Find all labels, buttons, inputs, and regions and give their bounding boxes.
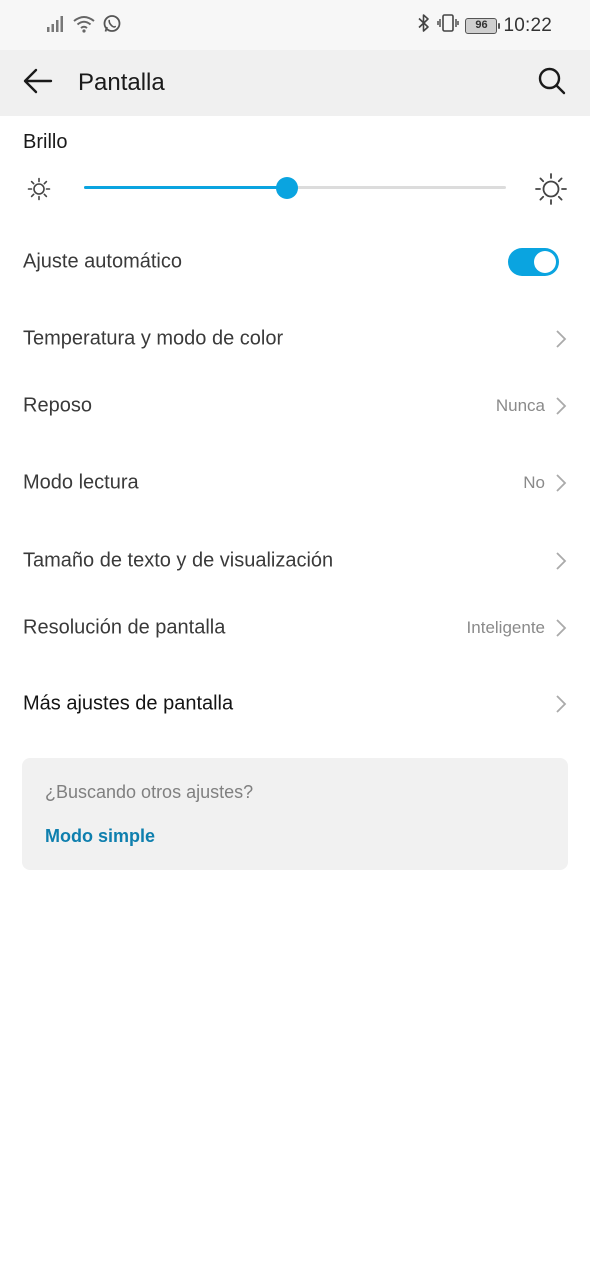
app-bar: Pantalla <box>0 50 590 116</box>
auto-adjust-toggle[interactable] <box>508 248 559 276</box>
wifi-icon <box>72 14 96 39</box>
auto-adjust-label: Ajuste automático <box>23 250 182 273</box>
slider-fill <box>84 186 287 189</box>
sleep-value: Nunca <box>495 396 545 415</box>
slider-thumb[interactable] <box>275 177 298 199</box>
brightness-low-icon <box>26 176 52 202</box>
chevron-right-icon <box>554 618 568 638</box>
reading-mode-value: No <box>523 473 545 492</box>
vibrate-icon <box>437 13 460 38</box>
status-bar: 96 10:22 <box>0 0 590 50</box>
battery-icon: 96 <box>465 17 501 34</box>
toggle-knob <box>534 251 556 273</box>
arrow-left-icon <box>23 68 53 99</box>
chevron-right-icon <box>554 694 568 714</box>
reading-mode-row[interactable]: Modo lectura No <box>0 453 590 513</box>
more-settings-row[interactable]: Más ajustes de pantalla <box>0 674 590 734</box>
page-title: Pantalla <box>78 69 165 96</box>
status-left-icons <box>46 14 122 39</box>
resolution-label: Resolución de pantalla <box>23 616 226 639</box>
search-button[interactable] <box>534 65 570 101</box>
chevron-right-icon <box>554 396 568 416</box>
bluetooth-icon <box>417 13 431 38</box>
clock: 10:22 <box>503 14 552 36</box>
text-size-row[interactable]: Tamaño de texto y de visualización <box>0 531 590 591</box>
brightness-label: Brillo <box>23 131 68 153</box>
resolution-row[interactable]: Resolución de pantalla Inteligente <box>0 598 590 658</box>
color-temperature-row[interactable]: Temperatura y modo de color <box>0 309 590 369</box>
chevron-right-icon <box>554 329 568 349</box>
chevron-right-icon <box>554 473 568 493</box>
back-button[interactable] <box>20 66 56 100</box>
brightness-high-icon <box>534 172 568 206</box>
sleep-row[interactable]: Reposo Nunca <box>0 376 590 436</box>
simple-mode-link[interactable]: Modo simple <box>45 826 155 847</box>
text-size-label: Tamaño de texto y de visualización <box>23 549 334 572</box>
whatsapp-icon <box>102 14 122 39</box>
resolution-value: Inteligente <box>466 618 545 637</box>
suggestion-card: ¿Buscando otros ajustes? Modo simple <box>22 758 568 870</box>
status-right-icons: 96 10:22 <box>417 13 552 38</box>
battery-level: 96 <box>475 19 488 31</box>
color-temperature-label: Temperatura y modo de color <box>23 327 284 350</box>
sleep-label: Reposo <box>23 394 92 417</box>
reading-mode-label: Modo lectura <box>23 471 139 494</box>
suggestion-question: ¿Buscando otros ajustes? <box>45 782 254 802</box>
brightness-slider[interactable] <box>84 176 506 200</box>
signal-icon <box>46 15 66 38</box>
chevron-right-icon <box>554 551 568 571</box>
more-settings-label: Más ajustes de pantalla <box>23 692 234 715</box>
auto-adjust-row[interactable]: Ajuste automático <box>0 232 590 292</box>
search-icon <box>537 66 567 101</box>
